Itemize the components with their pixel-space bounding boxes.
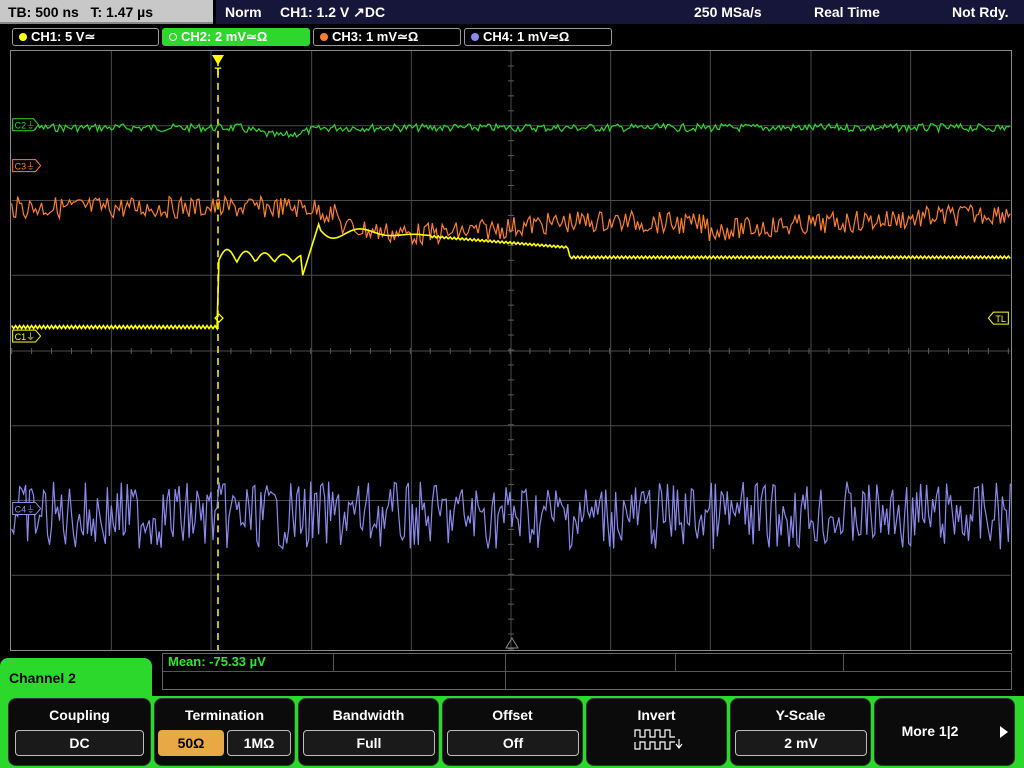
channel-tab-ch3[interactable]: CH3: 1 mV≃Ω <box>313 28 461 46</box>
timebase-label: TB: 500 ns <box>8 4 79 20</box>
bandwidth-value[interactable]: Full <box>303 730 435 756</box>
horizontal-reference-icon <box>505 637 519 649</box>
ch4-marker[interactable]: C4⏚ <box>12 501 42 515</box>
trigger-mode: Norm <box>225 4 262 20</box>
trigger-info-box[interactable]: Norm CH1: 1.2 V ↗DC 250 MSa/s Real Time … <box>216 0 1024 24</box>
more-label: More 1|2 <box>901 723 959 739</box>
graticule-ticks <box>11 51 1009 650</box>
ch4-color-icon <box>471 33 479 41</box>
ch1-label: CH1: 5 V≃ <box>31 29 96 44</box>
termination-50ohm-option[interactable]: 50Ω <box>158 730 224 756</box>
y-scale-value[interactable]: 2 mV <box>735 730 867 756</box>
timebase-box[interactable]: TB: 500 ns T: 1.47 µs <box>0 0 213 24</box>
acquisition-status: Not Rdy. <box>952 4 1009 20</box>
ch3-color-icon <box>320 33 328 41</box>
trigger-level-label: TL <box>995 314 1005 324</box>
mean-measurement: Mean: -75.33 µV <box>168 654 266 669</box>
offset-value[interactable]: Off <box>447 730 579 756</box>
trigger-position-label: T: 1.47 µs <box>90 4 154 20</box>
menu-title-channel: Channel 2 <box>0 658 152 698</box>
ch2-label: CH2: 2 mV≃Ω <box>181 29 268 44</box>
ch3-marker-label: C3⏚ <box>15 162 35 172</box>
trigger-level-marker[interactable]: TL <box>987 311 1009 325</box>
bandwidth-softkey[interactable]: Bandwidth Full <box>298 698 439 766</box>
invert-title: Invert <box>637 707 676 723</box>
channel-tab-ch4[interactable]: CH4: 1 mV≃Ω <box>464 28 612 46</box>
offset-title: Offset <box>492 707 533 723</box>
offset-softkey[interactable]: Offset Off <box>442 698 583 766</box>
trigger-point-icon <box>214 313 224 323</box>
ch4-label: CH4: 1 mV≃Ω <box>483 29 570 44</box>
invert-softkey[interactable]: Invert <box>586 698 727 766</box>
coupling-softkey[interactable]: Coupling DC <box>8 698 151 766</box>
ch3-label: CH3: 1 mV≃Ω <box>332 29 419 44</box>
coupling-title: Coupling <box>49 707 110 723</box>
waveform-display[interactable]: T C2⏚ C3⏚ C1⏚ C4⏚ TL <box>10 50 1012 651</box>
next-page-arrow-icon <box>1000 726 1008 738</box>
acquisition-mode: Real Time <box>814 4 880 20</box>
ch1-color-icon <box>19 33 27 41</box>
ch4-marker-label: C4⏚ <box>15 504 35 514</box>
ch2-marker[interactable]: C2⏚ <box>12 118 40 132</box>
ch3-marker[interactable]: C3⏚ <box>12 159 42 173</box>
y-scale-title: Y-Scale <box>775 707 826 723</box>
bandwidth-title: Bandwidth <box>332 707 405 723</box>
trigger-marker-label: T <box>215 66 222 78</box>
ch2-color-icon <box>169 33 177 41</box>
channel-tab-ch1[interactable]: CH1: 5 V≃ <box>12 28 159 46</box>
coupling-value[interactable]: DC <box>15 730 144 756</box>
trigger-position-icon[interactable] <box>211 54 224 65</box>
termination-softkey[interactable]: Termination 50Ω 1MΩ <box>154 698 295 766</box>
sample-rate: 250 MSa/s <box>694 4 762 20</box>
invert-waveform-icon <box>634 729 683 750</box>
channel-tab-ch2[interactable]: CH2: 2 mV≃Ω <box>162 28 310 46</box>
ch2-marker-label: C2⏚ <box>15 121 35 131</box>
trigger-setting: CH1: 1.2 V ↗DC <box>280 4 386 20</box>
measurement-bar <box>162 653 1012 690</box>
more-softkey[interactable]: More 1|2 <box>874 698 1015 766</box>
ch1-marker-label: C1⏚ <box>15 332 35 342</box>
y-scale-softkey[interactable]: Y-Scale 2 mV <box>730 698 871 766</box>
ch1-marker[interactable]: C1⏚ <box>12 329 42 343</box>
termination-1mohm-option[interactable]: 1MΩ <box>227 730 291 756</box>
termination-title: Termination <box>184 707 265 723</box>
